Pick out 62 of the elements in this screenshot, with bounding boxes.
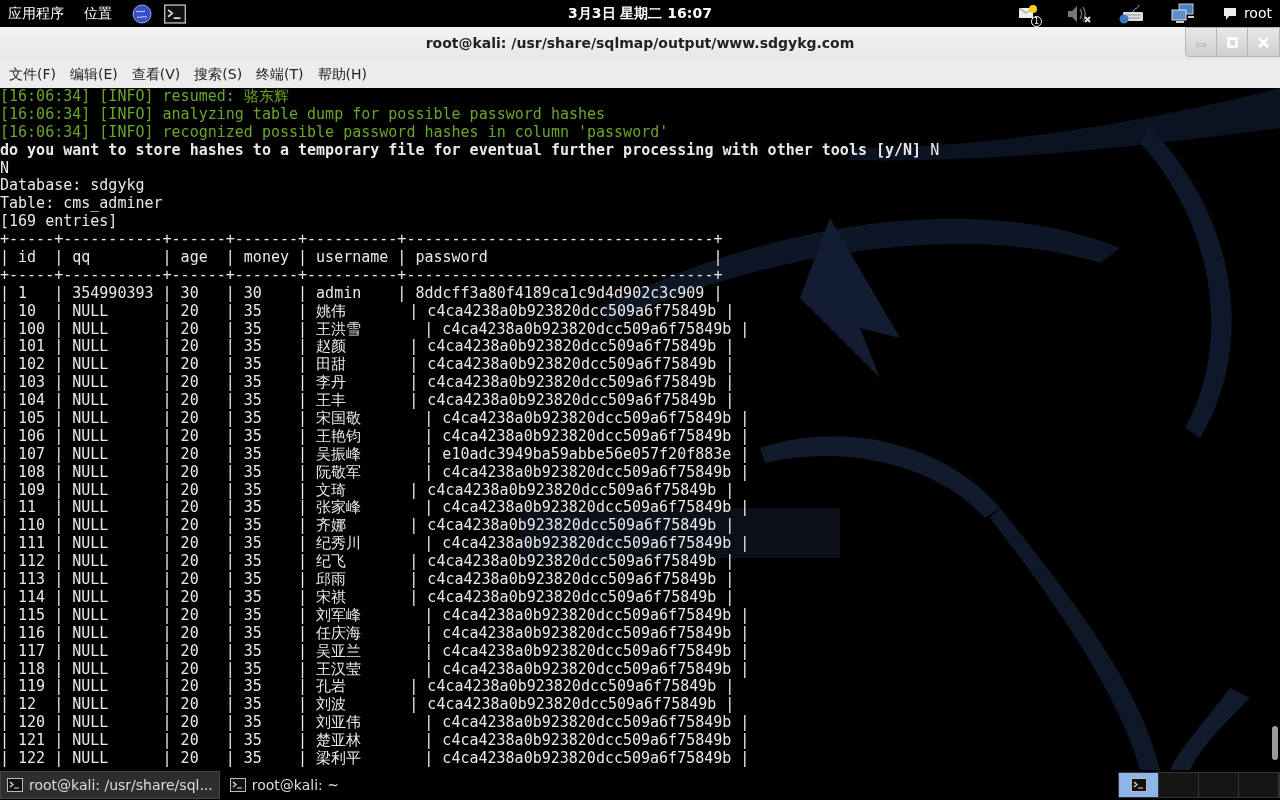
terminal-line: | 102 | NULL | 20 | 35 | 田甜 | c4ca4238a0b923820dcc509a6f75849b | [0,356,735,374]
terminal-line: | 111 | NULL | 20 | 35 | 纪秀川 | c4ca4238a0b923820dcc509a6f75849b | [0,535,750,554]
terminal-line: | 122 | NULL | 20 | 35 | 梁利平 | c4ca4238a0b923820dcc509a6f75849b | [0,749,750,768]
menu-item[interactable]: 终端(T) [250,61,310,87]
terminal-line: | 105 | NULL | 20 | 35 | 宋国敬 | c4ca4238a0b923820dcc509a6f75849b | [0,410,750,428]
terminal-line: Database: sdgykg [0,177,145,196]
terminal-icon [7,778,23,792]
menu-item[interactable]: 搜索(S) [188,61,249,87]
terminal-line: | 12 | NULL | 20 | 35 | 刘波 | c4ca4238a0b923820dcc509a6f75849b | [0,696,735,714]
terminal-line: | 104 | NULL | 20 | 35 | 王丰 | c4ca4238a0b923820dcc509a6f75849b | [0,392,735,410]
network-icon[interactable] [1169,2,1196,25]
terminal-line: | id | qq | age | money | username | password | [0,249,723,267]
log-line: [16:06:34] [INFO] analyzing table dump for possible password hashes [0,105,606,124]
terminal-line: | 113 | NULL | 20 | 35 | 邱雨 | c4ca4238a0b923820dcc509a6f75849b | [0,571,735,589]
terminal-line: Table: cms_adminer [0,195,163,214]
terminal-line: +-----+-----------+------+-------+----------+----------------------------------+ [0,266,723,285]
keyboard-icon[interactable] [1117,3,1144,24]
maximize-icon [1226,36,1238,48]
terminal-line: | 115 | NULL | 20 | 35 | 刘军峰 | c4ca4238a0b923820dcc509a6f75849b | [0,606,750,625]
terminal-line: | 108 | NULL | 20 | 35 | 阮敬军 | c4ca4238a0b923820dcc509a6f75849b | [0,463,750,482]
terminal-line: | 100 | NULL | 20 | 35 | 王洪雪 | c4ca4238a0b923820dcc509a6f75849b | [0,320,750,338]
panel-menu[interactable]: 应用程序 [8,3,64,24]
terminal-line: | 109 | NULL | 20 | 35 | 文琦 | c4ca4238a0b923820dcc509a6f75849b | [0,481,735,499]
scrollbar-thumb[interactable] [1272,726,1278,760]
terminal-line: | 110 | NULL | 20 | 35 | 齐娜 | c4ca4238a0b923820dcc509a6f75849b | [0,517,735,535]
terminal-line: +-----+-----------+------+-------+----------+----------------------------------+ [0,231,723,249]
terminal-line: | 11 | NULL | 20 | 35 | 张家峰 | c4ca4238a0b923820dcc509a6f75849b | [0,499,750,517]
workspace-button[interactable] [1119,773,1159,797]
terminal-line: | 1 | 354990393 | 30 | 30 | admin | 8ddcff3a80f4189ca1c9d4d902c3c909 | [0,284,723,303]
window-title: root@kali: /usr/share/sqlmap/output/www.sdgykg.com [425,34,855,53]
user-menu[interactable]: root [1243,3,1272,24]
terminal-line: | 112 | NULL | 20 | 35 | 纪飞 | c4ca4238a0b923820dcc509a6f75849b | [0,553,735,572]
terminal-line: N [0,159,10,178]
menu-item[interactable]: 编辑(E) [64,61,124,87]
terminal-line: | 120 | NULL | 20 | 35 | 刘亚伟 | c4ca4238a0b923820dcc509a6f75849b | [0,714,750,732]
terminal-line: | 101 | NULL | 20 | 35 | 赵颜 | c4ca4238a0b923820dcc509a6f75849b | [0,338,735,356]
terminal-line: | 103 | NULL | 20 | 35 | 李丹 | c4ca4238a0b923820dcc509a6f75849b | [0,374,735,392]
terminal-line: | 117 | NULL | 20 | 35 | 吴亚兰 | c4ca4238a0b923820dcc509a6f75849b | [0,642,750,661]
terminal-icon [229,778,246,792]
terminal-icon [1130,778,1147,792]
terminal-line: | 116 | NULL | 20 | 35 | 任庆海 | c4ca4238a0b923820dcc509a6f75849b | [0,624,750,643]
terminal-line: [169 entries] [0,213,118,232]
menu-item[interactable]: 文件(F) [3,61,62,87]
terminal-line: | 114 | NULL | 20 | 35 | 宋祺 | c4ca4238a0b923820dcc509a6f75849b | [0,588,735,607]
terminal-line: | 107 | NULL | 20 | 35 | 吴振峰 | e10adc3949ba59abbe56e057f20f883e | [0,445,750,464]
terminal-line: | 119 | NULL | 20 | 35 | 孔岩 | c4ca4238a0b923820dcc509a6f75849b | [0,678,735,696]
menu-item[interactable]: 帮助(H) [311,61,374,87]
menu-item[interactable]: 查看(V) [125,61,187,87]
chat-icon[interactable] [1221,5,1238,22]
clock[interactable]: 3月3日 星期二 16:07 [568,3,712,24]
terminal-line: | 10 | NULL | 20 | 35 | 姚伟 | c4ca4238a0b923820dcc509a6f75849b | [0,302,735,321]
panel-menu[interactable]: 位置 [84,3,112,24]
notification-badge: 1 [1030,15,1042,27]
close-icon [1258,36,1269,48]
terminal-line: | 121 | NULL | 20 | 35 | 楚亚林 | c4ca4238a0b923820dcc509a6f75849b | [0,732,750,750]
taskbar-button[interactable]: root@kali: /usr/share/sql... [0,771,220,799]
terminal-line: | 118 | NULL | 20 | 35 | 王汉莹 | c4ca4238a0b923820dcc509a6f75849b | [0,660,750,678]
terminal-line: | 106 | NULL | 20 | 35 | 王艳钧 | c4ca4238a0b923820dcc509a6f75849b | [0,427,750,446]
terminal-line: do you want to store hashes to a temporary file for eventual further processing with other tools [y/N] N [0,141,940,160]
log-line: [16:06:34] [INFO] resumed: 骆东辉 [0,88,289,106]
log-line: [16:06:34] [INFO] recognized possible password hashes in column 'password' [0,123,669,142]
terminal-icon[interactable] [164,3,186,24]
